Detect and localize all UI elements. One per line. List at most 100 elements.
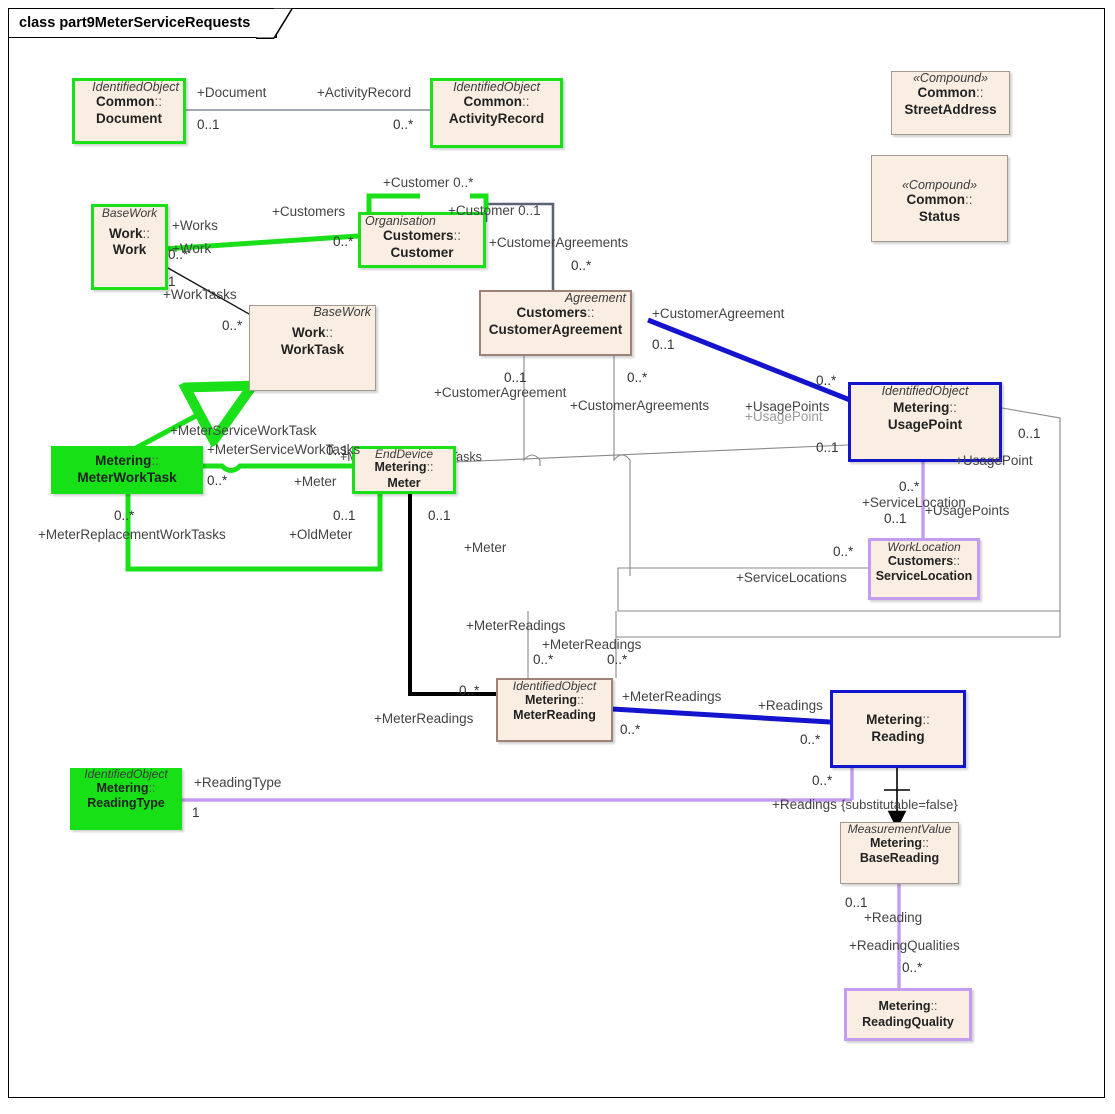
label-readings-mult: 0..* (800, 732, 821, 747)
class-node-customer[interactable]: Organisation Customers:: Customer (358, 212, 486, 268)
node-name: Metering:: Meter (374, 460, 434, 491)
label-meterreadings-mult-a: 0..* (533, 652, 554, 667)
label-meterreadings-mult-c: 0..* (459, 683, 480, 698)
node-namespace: Customers (887, 553, 954, 568)
label-meter-role: +Meter (294, 474, 337, 489)
node-name: Metering:: MeterWorkTask (77, 453, 177, 485)
node-classname: Work (112, 242, 147, 258)
label-usagepoint-mult-top: 0..* (816, 373, 837, 388)
label-customeragreement-mult1: 0..1 (652, 337, 675, 352)
class-node-readingquality[interactable]: Metering:: ReadingQuality (844, 988, 972, 1041)
label-meterreadings-role-c: +MeterReadings (374, 711, 474, 726)
label-customers-role: +Customers (272, 204, 346, 219)
node-stereotype: BaseWork (101, 206, 158, 220)
node-classname: ActivityRecord (448, 111, 545, 126)
node-namespace: Metering (893, 400, 950, 416)
label-readingtype-mult: 1 (192, 805, 200, 820)
node-namespace: Metering (869, 835, 923, 850)
node-stereotype: «Compound» (901, 178, 978, 193)
label-worktasks-role: +WorkTasks (163, 287, 237, 302)
label-meterreadings-mult-b: 0..* (607, 652, 628, 667)
node-stereotype: Agreement (564, 291, 626, 305)
label-servicelocation-mult: 0..1 (884, 511, 907, 526)
label-works-role: +Works (172, 218, 218, 233)
frame-tab-notch-fill (256, 8, 292, 39)
edge-customer-customeragreement (484, 202, 555, 298)
class-node-customeragreement[interactable]: Agreement Customers:: CustomerAgreement (479, 290, 632, 356)
class-node-basereading[interactable]: MeasurementValue Metering:: BaseReading (840, 822, 959, 884)
edge-customeragreement-down-b (613, 356, 631, 576)
label-usagepoint-role-right: +UsagePoint (955, 453, 1033, 468)
class-node-servicelocation[interactable]: WorkLocation Customers:: ServiceLocation (868, 538, 980, 600)
edge-meter-meterreading (408, 494, 496, 696)
label-document-mult: 0..1 (197, 117, 220, 132)
class-node-activityrecord[interactable]: IdentifiedObject Common:: ActivityRecord (430, 78, 563, 148)
node-namespace: Metering (96, 780, 149, 795)
node-stereotype: BaseWork (313, 305, 371, 319)
node-classname: MeterReading (513, 708, 596, 723)
edge-meter-usagepoint (454, 444, 849, 463)
node-namespace: Common (917, 85, 976, 101)
label-meterreadings-role-d: +MeterReadings (622, 689, 722, 704)
node-name: Metering:: MeterReading (513, 692, 596, 723)
label-customeragreements-role: +CustomerAgreements (489, 235, 629, 250)
node-stereotype: MeasurementValue (847, 822, 952, 836)
node-name: Metering:: BaseReading (859, 835, 940, 866)
class-node-readingtype[interactable]: IdentifiedObject Metering:: ReadingType (70, 768, 182, 830)
node-name: Common:: ActivityRecord (448, 94, 545, 126)
node-namespace: Metering (524, 692, 578, 707)
label-readingqualities-mult: 0..* (902, 960, 923, 975)
node-name: Customers:: ServiceLocation (875, 553, 973, 584)
label-document-role: +Document (197, 85, 267, 100)
class-node-document[interactable]: IdentifiedObject Common:: Document (72, 78, 186, 144)
node-stereotype: EndDevice (374, 447, 434, 461)
class-node-work[interactable]: BaseWork Work:: Work (91, 204, 168, 290)
node-name: Customers:: CustomerAgreement (488, 305, 623, 337)
label-customer-role-right: +Customer 0..1 (448, 203, 541, 218)
node-name: Common:: Status (906, 192, 973, 225)
edge-meterreadings-route (616, 611, 1061, 638)
label-readings-role-b: +Readings (772, 797, 837, 812)
label-meterreplacement-mult: 0..* (114, 508, 135, 523)
label-meterservice-mult: 0..* (207, 473, 228, 488)
label-servicelocations-mult: 0..* (833, 544, 854, 559)
node-classname: BaseReading (859, 851, 940, 866)
class-node-meter[interactable]: EndDevice Metering:: Meter (352, 446, 456, 494)
node-namespace: Common (906, 192, 965, 208)
uml-diagram-canvas: class part9MeterServiceRequests Identifi… (0, 0, 1115, 1114)
node-name: Common:: Document (95, 94, 162, 126)
node-name: Work:: WorkTask (280, 325, 345, 357)
label-customeragreement-role: +CustomerAgreement (652, 306, 785, 321)
class-node-worktask[interactable]: BaseWork Work:: WorkTask (249, 305, 376, 391)
node-name: Metering:: ReadingType (87, 780, 165, 811)
node-stereotype: IdentifiedObject (512, 679, 597, 693)
class-node-meterworktask[interactable]: Metering:: MeterWorkTask (51, 446, 203, 494)
node-name: Work:: Work (108, 225, 151, 258)
class-node-streetaddress[interactable]: «Compound» Common:: StreetAddress (891, 71, 1010, 135)
label-meter-role-b: +Meter (464, 540, 507, 555)
node-stereotype: IdentifiedObject (84, 767, 168, 781)
label-reading-role: +Reading (864, 910, 923, 925)
class-node-meterreading[interactable]: IdentifiedObject Metering:: MeterReading (496, 678, 613, 742)
label-oldmeter-role: +OldMeter (289, 527, 353, 542)
label-customeragreements-mult: 0..* (571, 258, 592, 273)
label-activityrecord-role: +ActivityRecord (317, 85, 412, 100)
node-classname: Reading (871, 729, 925, 744)
node-namespace: Work (291, 325, 326, 341)
node-name: Metering:: UsagePoint (887, 400, 963, 432)
class-node-usagepoint[interactable]: IdentifiedObject Metering:: UsagePoint (848, 382, 1002, 462)
node-namespace: Metering (374, 460, 427, 475)
label-customeragreement-mult-b: 0..1 (504, 370, 527, 385)
label-meterservice-role: +MeterServiceWorkTask (170, 423, 317, 438)
class-node-status[interactable]: «Compound» Common:: Status (871, 155, 1008, 242)
node-stereotype: WorkLocation (887, 540, 961, 554)
class-node-reading[interactable]: Metering:: Reading (830, 690, 966, 768)
node-classname: ReadingQuality (862, 1014, 954, 1029)
label-usagepoint-mult-right: 0..1 (1018, 426, 1041, 441)
node-stereotype: «Compound» (912, 71, 989, 85)
node-classname: Meter (387, 476, 421, 491)
label-activityrecord-mult: 0..* (393, 117, 414, 132)
label-meterreplacement-role: +MeterReplacementWorkTasks (38, 527, 226, 542)
node-name: Common:: StreetAddress (904, 85, 997, 117)
node-name: Customers:: Customer (382, 228, 462, 260)
